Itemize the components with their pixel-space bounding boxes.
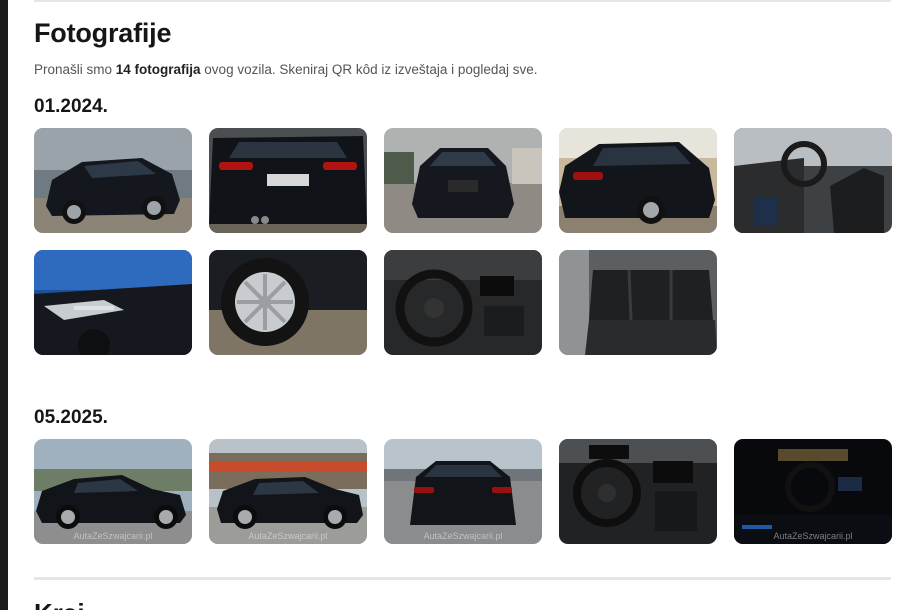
car-side-street-photo-icon	[209, 439, 367, 544]
date-heading-2024: 01.2024.	[34, 96, 108, 117]
photo-thumbnail[interactable]: AutaZeSzwajcarii.pl	[34, 439, 192, 544]
car-side-photo-icon	[34, 439, 192, 544]
photo-thumbnail[interactable]	[34, 128, 192, 233]
watermark: AutaZeSzwajcarii.pl	[423, 531, 503, 541]
intro-prefix: Pronašli smo	[34, 62, 116, 77]
car-front-photo-icon	[384, 128, 542, 233]
photo-thumbnail[interactable]	[384, 128, 542, 233]
top-divider	[34, 0, 891, 2]
photo-thumbnail[interactable]	[209, 128, 367, 233]
car-rear-photo-icon	[209, 128, 367, 233]
date-heading-2025: 05.2025.	[34, 407, 108, 428]
section-title: Fotografije	[34, 18, 172, 48]
photos-intro: Pronašli smo 14 fotografija ovog vozila.…	[34, 62, 537, 77]
fender-vent-photo-icon	[34, 250, 192, 355]
photo-thumbnail[interactable]	[34, 250, 192, 355]
photo-thumbnail[interactable]	[559, 439, 717, 544]
photo-thumbnail[interactable]	[734, 128, 892, 233]
car-rear-parking-photo-icon	[384, 439, 542, 544]
interior-front-seats-photo-icon	[734, 128, 892, 233]
next-section-title: Kraj	[34, 598, 85, 610]
car-rear-threequarter-photo-icon	[559, 128, 717, 233]
watermark: AutaZeSzwajcarii.pl	[73, 531, 153, 541]
photo-thumbnail[interactable]: AutaZeSzwajcarii.pl	[209, 439, 367, 544]
car-front-threequarter-photo-icon	[34, 128, 192, 233]
photo-count: 14 fotografija	[115, 62, 201, 77]
rear-seats-photo-icon	[559, 250, 717, 355]
left-border	[0, 0, 8, 610]
intro-suffix: ovog vozila. Skeniraj QR kôd iz izveštaj…	[200, 62, 538, 77]
photo-thumbnail[interactable]: AutaZeSzwajcarii.pl	[384, 439, 542, 544]
interior-night-photo-icon	[734, 439, 892, 544]
watermark: AutaZeSzwajcarii.pl	[773, 531, 853, 541]
photo-thumbnail[interactable]: AutaZeSzwajcarii.pl	[734, 439, 892, 544]
photo-thumbnail[interactable]	[559, 250, 717, 355]
photo-thumbnail[interactable]	[209, 250, 367, 355]
watermark: AutaZeSzwajcarii.pl	[248, 531, 328, 541]
dashboard-photo-icon	[559, 439, 717, 544]
photo-thumbnail[interactable]	[384, 250, 542, 355]
steering-wheel-photo-icon	[384, 250, 542, 355]
wheel-photo-icon	[209, 250, 367, 355]
bottom-divider	[34, 577, 891, 580]
photo-thumbnail[interactable]	[559, 128, 717, 233]
